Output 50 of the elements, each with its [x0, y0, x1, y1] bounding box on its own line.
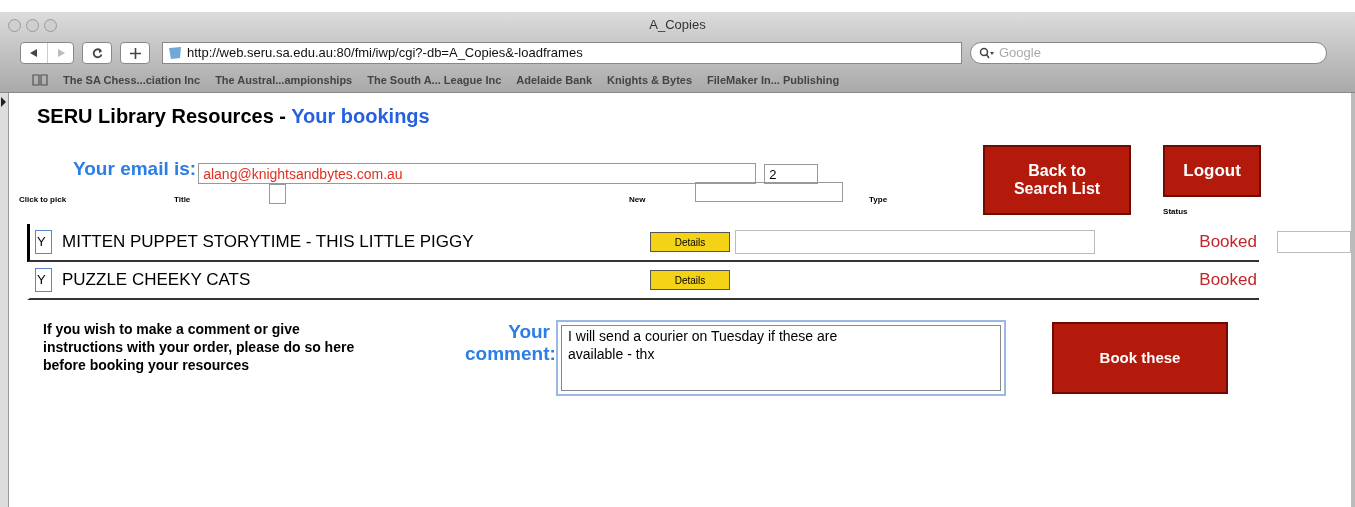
pick-field[interactable]: Y — [35, 230, 52, 254]
comment-text: I will send a courier on Tuesday if these are available - thx — [568, 327, 839, 363]
bookmark-link[interactable]: The South A... League Inc — [367, 71, 502, 89]
logout-button[interactable]: Logout — [1163, 145, 1262, 197]
status-text: Booked — [1199, 269, 1257, 292]
window-title: A_Copies — [649, 16, 706, 35]
bookmark-link[interactable]: Knights & Bytes — [607, 71, 693, 89]
window-control-icon[interactable] — [8, 18, 21, 32]
booking-row[interactable]: Y MITTEN PUPPET STORYTIME - THIS LITTLE PIGGY Details Booked — [27, 224, 1259, 262]
count-field[interactable]: 2 — [764, 163, 819, 184]
expand-icon[interactable] — [0, 97, 7, 107]
comment-field[interactable]: I will send a courier on Tuesday if these are available - thx — [556, 320, 1006, 396]
column-header: Status — [1163, 206, 1189, 218]
window-control-icon[interactable] — [26, 18, 39, 32]
book-button[interactable]: Book these — [1052, 322, 1228, 394]
book-icon[interactable] — [32, 74, 48, 86]
bookmark-link[interactable]: The Austral...ampionships — [215, 71, 353, 89]
column-header: Click to pick — [19, 193, 68, 206]
column-header: Title — [174, 193, 192, 206]
forward-arrow-icon — [56, 49, 65, 57]
address-field[interactable]: http://web.seru.sa.edu.au:80/fmi/iwp/cgi?-db=A_Copies&-loadframes — [162, 42, 962, 64]
title-text: PUZZLE CHEEKY CATS — [62, 269, 252, 292]
pick-field[interactable]: Y — [35, 268, 52, 292]
page-title: SERU Library Resources - — [37, 105, 287, 127]
instructions-text: If you wish to make a comment or give instructions with your order, please do so here before booking your resources — [43, 320, 356, 374]
page-subtitle: Your bookings — [291, 105, 430, 127]
details-button[interactable]: Details — [650, 232, 730, 252]
add-bookmark-button[interactable] — [120, 42, 150, 64]
plus-icon — [129, 47, 141, 59]
window-control-icon[interactable] — [44, 18, 57, 32]
reload-button[interactable] — [82, 42, 112, 64]
status-text: Booked — [1199, 231, 1257, 254]
email-field[interactable]: alang@knightsandbytes.com.au — [198, 162, 757, 184]
new-field[interactable] — [695, 181, 843, 202]
column-header: New — [629, 193, 647, 206]
reload-icon — [91, 47, 103, 59]
back-arrow-icon — [30, 49, 38, 57]
bookmark-link[interactable]: The SA Chess...ciation Inc — [63, 71, 201, 89]
back-to-search-button[interactable]: Back to Search List — [983, 145, 1132, 215]
details-button[interactable]: Details — [650, 270, 730, 290]
status-field[interactable] — [1277, 231, 1351, 253]
column-header: Type — [869, 193, 888, 206]
booking-row[interactable]: Y PUZZLE CHEEKY CATS Details Booked — [27, 262, 1259, 300]
bookmark-link[interactable]: Adelaide Bank — [516, 71, 593, 89]
search-icon — [979, 47, 995, 59]
email-label: Your email is: — [73, 157, 197, 181]
checkbox[interactable] — [269, 183, 286, 204]
title-text: MITTEN PUPPET STORYTIME - THIS LITTLE PIGGY — [62, 231, 475, 254]
bookmark-link[interactable]: FileMaker In... Publishing — [707, 71, 840, 89]
notes-field[interactable] — [735, 230, 1095, 254]
